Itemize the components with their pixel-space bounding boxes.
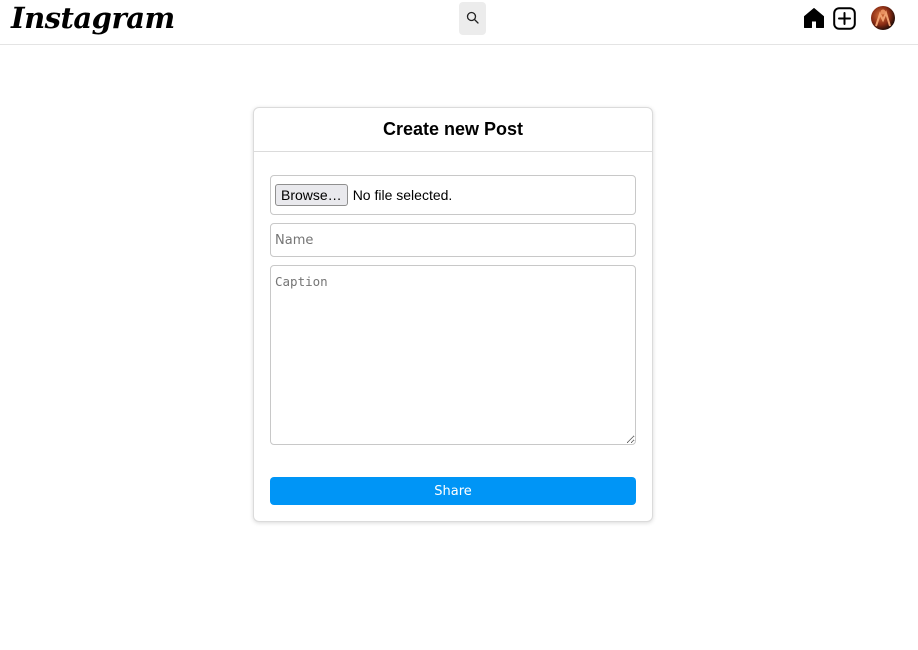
home-icon[interactable] <box>803 7 825 29</box>
search-button[interactable] <box>459 2 486 35</box>
search-icon <box>466 9 479 28</box>
file-status-text: No file selected. <box>352 187 453 203</box>
caption-textarea[interactable] <box>270 265 636 445</box>
file-input[interactable]: Browse… No file selected. <box>270 175 636 215</box>
create-post-card: Create new Post Browse… No file selected… <box>253 107 653 522</box>
browse-button[interactable]: Browse… <box>275 184 348 206</box>
avatar[interactable] <box>871 6 895 30</box>
add-post-icon[interactable] <box>833 7 856 30</box>
create-post-title: Create new Post <box>254 108 652 152</box>
instagram-logo[interactable]: Instagram <box>11 0 175 36</box>
share-button[interactable]: Share <box>270 477 636 505</box>
name-input[interactable] <box>270 223 636 257</box>
top-navbar: Instagram <box>0 0 918 45</box>
